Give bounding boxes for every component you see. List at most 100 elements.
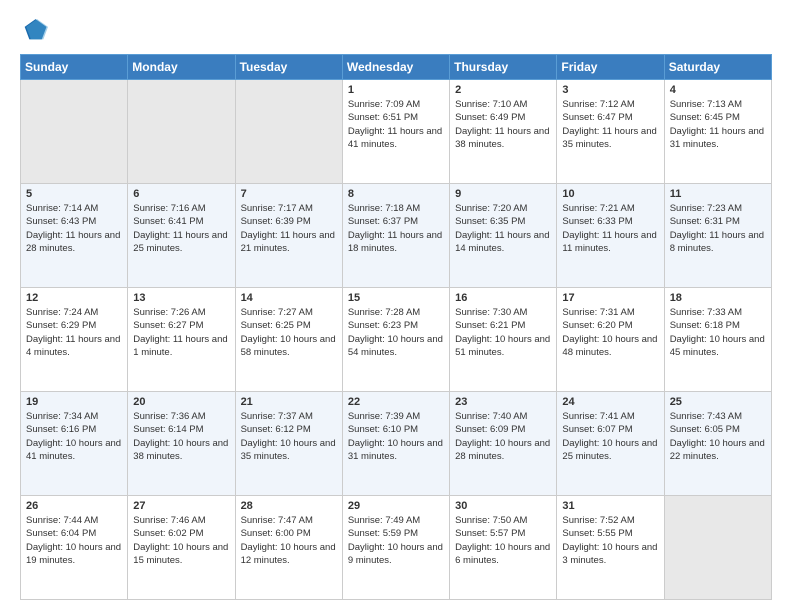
calendar-cell: 11 Sunrise: 7:23 AMSunset: 6:31 PMDayligh… [664, 184, 771, 288]
calendar-cell: 31 Sunrise: 7:52 AMSunset: 5:55 PMDayligh… [557, 496, 664, 600]
day-number: 5 [26, 188, 122, 200]
calendar-cell: 1 Sunrise: 7:09 AMSunset: 6:51 PMDaylight… [342, 80, 449, 184]
day-number: 4 [670, 84, 766, 96]
calendar-cell [128, 80, 235, 184]
day-info: Sunrise: 7:27 AMSunset: 6:25 PMDaylight:… [241, 306, 337, 359]
day-number: 31 [562, 500, 658, 512]
day-info: Sunrise: 7:14 AMSunset: 6:43 PMDaylight:… [26, 202, 122, 255]
calendar-cell: 19 Sunrise: 7:34 AMSunset: 6:16 PMDayligh… [21, 392, 128, 496]
day-number: 3 [562, 84, 658, 96]
calendar-cell: 12Sunrise: 7:24 AMSunset: 6:29 PMDayligh… [21, 288, 128, 392]
calendar-cell: 23 Sunrise: 7:40 AMSunset: 6:09 PMDayligh… [450, 392, 557, 496]
calendar-week-1: 1 Sunrise: 7:09 AMSunset: 6:51 PMDaylight… [21, 80, 772, 184]
calendar-cell: 8 Sunrise: 7:18 AMSunset: 6:37 PMDaylight… [342, 184, 449, 288]
calendar-week-3: 12Sunrise: 7:24 AMSunset: 6:29 PMDayligh… [21, 288, 772, 392]
calendar-cell: 16 Sunrise: 7:30 AMSunset: 6:21 PMDayligh… [450, 288, 557, 392]
calendar-cell [235, 80, 342, 184]
calendar-cell [664, 496, 771, 600]
day-number: 14 [241, 292, 337, 304]
calendar-cell: 3 Sunrise: 7:12 AMSunset: 6:47 PMDaylight… [557, 80, 664, 184]
calendar-cell: 4Sunrise: 7:13 AMSunset: 6:45 PMDaylight… [664, 80, 771, 184]
day-header-saturday: Saturday [664, 55, 771, 80]
calendar-cell: 29 Sunrise: 7:49 AMSunset: 5:59 PMDayligh… [342, 496, 449, 600]
day-header-thursday: Thursday [450, 55, 557, 80]
calendar-cell: 6 Sunrise: 7:16 AMSunset: 6:41 PMDaylight… [128, 184, 235, 288]
calendar-cell: 7 Sunrise: 7:17 AMSunset: 6:39 PMDaylight… [235, 184, 342, 288]
day-number: 30 [455, 500, 551, 512]
header [20, 16, 772, 44]
day-header-wednesday: Wednesday [342, 55, 449, 80]
day-number: 1 [348, 84, 444, 96]
day-number: 10 [562, 188, 658, 200]
day-info: Sunrise: 7:12 AMSunset: 6:47 PMDaylight:… [562, 98, 658, 151]
day-info: Sunrise: 7:21 AMSunset: 6:33 PMDaylight:… [562, 202, 658, 255]
day-info: Sunrise: 7:50 AMSunset: 5:57 PMDaylight:… [455, 514, 551, 567]
day-info: Sunrise: 7:37 AMSunset: 6:12 PMDaylight:… [241, 410, 337, 463]
logo-icon [20, 16, 48, 44]
day-header-sunday: Sunday [21, 55, 128, 80]
day-number: 23 [455, 396, 551, 408]
day-info: Sunrise: 7:47 AMSunset: 6:00 PMDaylight:… [241, 514, 337, 567]
day-info: Sunrise: 7:09 AMSunset: 6:51 PMDaylight:… [348, 98, 444, 151]
calendar-table: SundayMondayTuesdayWednesdayThursdayFrid… [20, 54, 772, 600]
calendar-cell: 13Sunrise: 7:26 AMSunset: 6:27 PMDayligh… [128, 288, 235, 392]
calendar-cell: 2Sunrise: 7:10 AMSunset: 6:49 PMDaylight… [450, 80, 557, 184]
day-info: Sunrise: 7:18 AMSunset: 6:37 PMDaylight:… [348, 202, 444, 255]
day-number: 6 [133, 188, 229, 200]
calendar-cell: 18 Sunrise: 7:33 AMSunset: 6:18 PMDayligh… [664, 288, 771, 392]
day-number: 13 [133, 292, 229, 304]
calendar-week-5: 26Sunrise: 7:44 AMSunset: 6:04 PMDayligh… [21, 496, 772, 600]
day-info: Sunrise: 7:33 AMSunset: 6:18 PMDaylight:… [670, 306, 766, 359]
day-info: Sunrise: 7:44 AMSunset: 6:04 PMDaylight:… [26, 514, 122, 567]
day-info: Sunrise: 7:52 AMSunset: 5:55 PMDaylight:… [562, 514, 658, 567]
day-number: 12 [26, 292, 122, 304]
day-number: 7 [241, 188, 337, 200]
calendar-cell: 24 Sunrise: 7:41 AMSunset: 6:07 PMDayligh… [557, 392, 664, 496]
day-info: Sunrise: 7:20 AMSunset: 6:35 PMDaylight:… [455, 202, 551, 255]
calendar-header-row: SundayMondayTuesdayWednesdayThursdayFrid… [21, 55, 772, 80]
day-number: 15 [348, 292, 444, 304]
day-number: 24 [562, 396, 658, 408]
day-number: 20 [133, 396, 229, 408]
day-info: Sunrise: 7:30 AMSunset: 6:21 PMDaylight:… [455, 306, 551, 359]
day-number: 17 [562, 292, 658, 304]
day-info: Sunrise: 7:34 AMSunset: 6:16 PMDaylight:… [26, 410, 122, 463]
day-header-tuesday: Tuesday [235, 55, 342, 80]
day-number: 11 [670, 188, 766, 200]
calendar-cell [21, 80, 128, 184]
day-info: Sunrise: 7:16 AMSunset: 6:41 PMDaylight:… [133, 202, 229, 255]
page: SundayMondayTuesdayWednesdayThursdayFrid… [0, 0, 792, 612]
day-header-monday: Monday [128, 55, 235, 80]
day-number: 28 [241, 500, 337, 512]
calendar-cell: 22Sunrise: 7:39 AMSunset: 6:10 PMDayligh… [342, 392, 449, 496]
day-number: 16 [455, 292, 551, 304]
calendar-cell: 28 Sunrise: 7:47 AMSunset: 6:00 PMDayligh… [235, 496, 342, 600]
day-info: Sunrise: 7:36 AMSunset: 6:14 PMDaylight:… [133, 410, 229, 463]
calendar-cell: 10 Sunrise: 7:21 AMSunset: 6:33 PMDayligh… [557, 184, 664, 288]
day-info: Sunrise: 7:39 AMSunset: 6:10 PMDaylight:… [348, 410, 444, 463]
day-number: 18 [670, 292, 766, 304]
day-info: Sunrise: 7:23 AMSunset: 6:31 PMDaylight:… [670, 202, 766, 255]
day-info: Sunrise: 7:10 AMSunset: 6:49 PMDaylight:… [455, 98, 551, 151]
day-number: 19 [26, 396, 122, 408]
logo [20, 16, 52, 44]
calendar-cell: 9 Sunrise: 7:20 AMSunset: 6:35 PMDaylight… [450, 184, 557, 288]
calendar-cell: 14 Sunrise: 7:27 AMSunset: 6:25 PMDayligh… [235, 288, 342, 392]
day-info: Sunrise: 7:49 AMSunset: 5:59 PMDaylight:… [348, 514, 444, 567]
day-info: Sunrise: 7:43 AMSunset: 6:05 PMDaylight:… [670, 410, 766, 463]
calendar-cell: 5 Sunrise: 7:14 AMSunset: 6:43 PMDaylight… [21, 184, 128, 288]
day-number: 8 [348, 188, 444, 200]
day-info: Sunrise: 7:46 AMSunset: 6:02 PMDaylight:… [133, 514, 229, 567]
calendar-cell: 21Sunrise: 7:37 AMSunset: 6:12 PMDayligh… [235, 392, 342, 496]
day-info: Sunrise: 7:40 AMSunset: 6:09 PMDaylight:… [455, 410, 551, 463]
calendar-cell: 27Sunrise: 7:46 AMSunset: 6:02 PMDayligh… [128, 496, 235, 600]
calendar-cell: 15Sunrise: 7:28 AMSunset: 6:23 PMDayligh… [342, 288, 449, 392]
day-number: 9 [455, 188, 551, 200]
day-header-friday: Friday [557, 55, 664, 80]
day-info: Sunrise: 7:31 AMSunset: 6:20 PMDaylight:… [562, 306, 658, 359]
day-info: Sunrise: 7:41 AMSunset: 6:07 PMDaylight:… [562, 410, 658, 463]
day-number: 29 [348, 500, 444, 512]
day-info: Sunrise: 7:17 AMSunset: 6:39 PMDaylight:… [241, 202, 337, 255]
calendar-cell: 25Sunrise: 7:43 AMSunset: 6:05 PMDayligh… [664, 392, 771, 496]
calendar-week-4: 19 Sunrise: 7:34 AMSunset: 6:16 PMDayligh… [21, 392, 772, 496]
